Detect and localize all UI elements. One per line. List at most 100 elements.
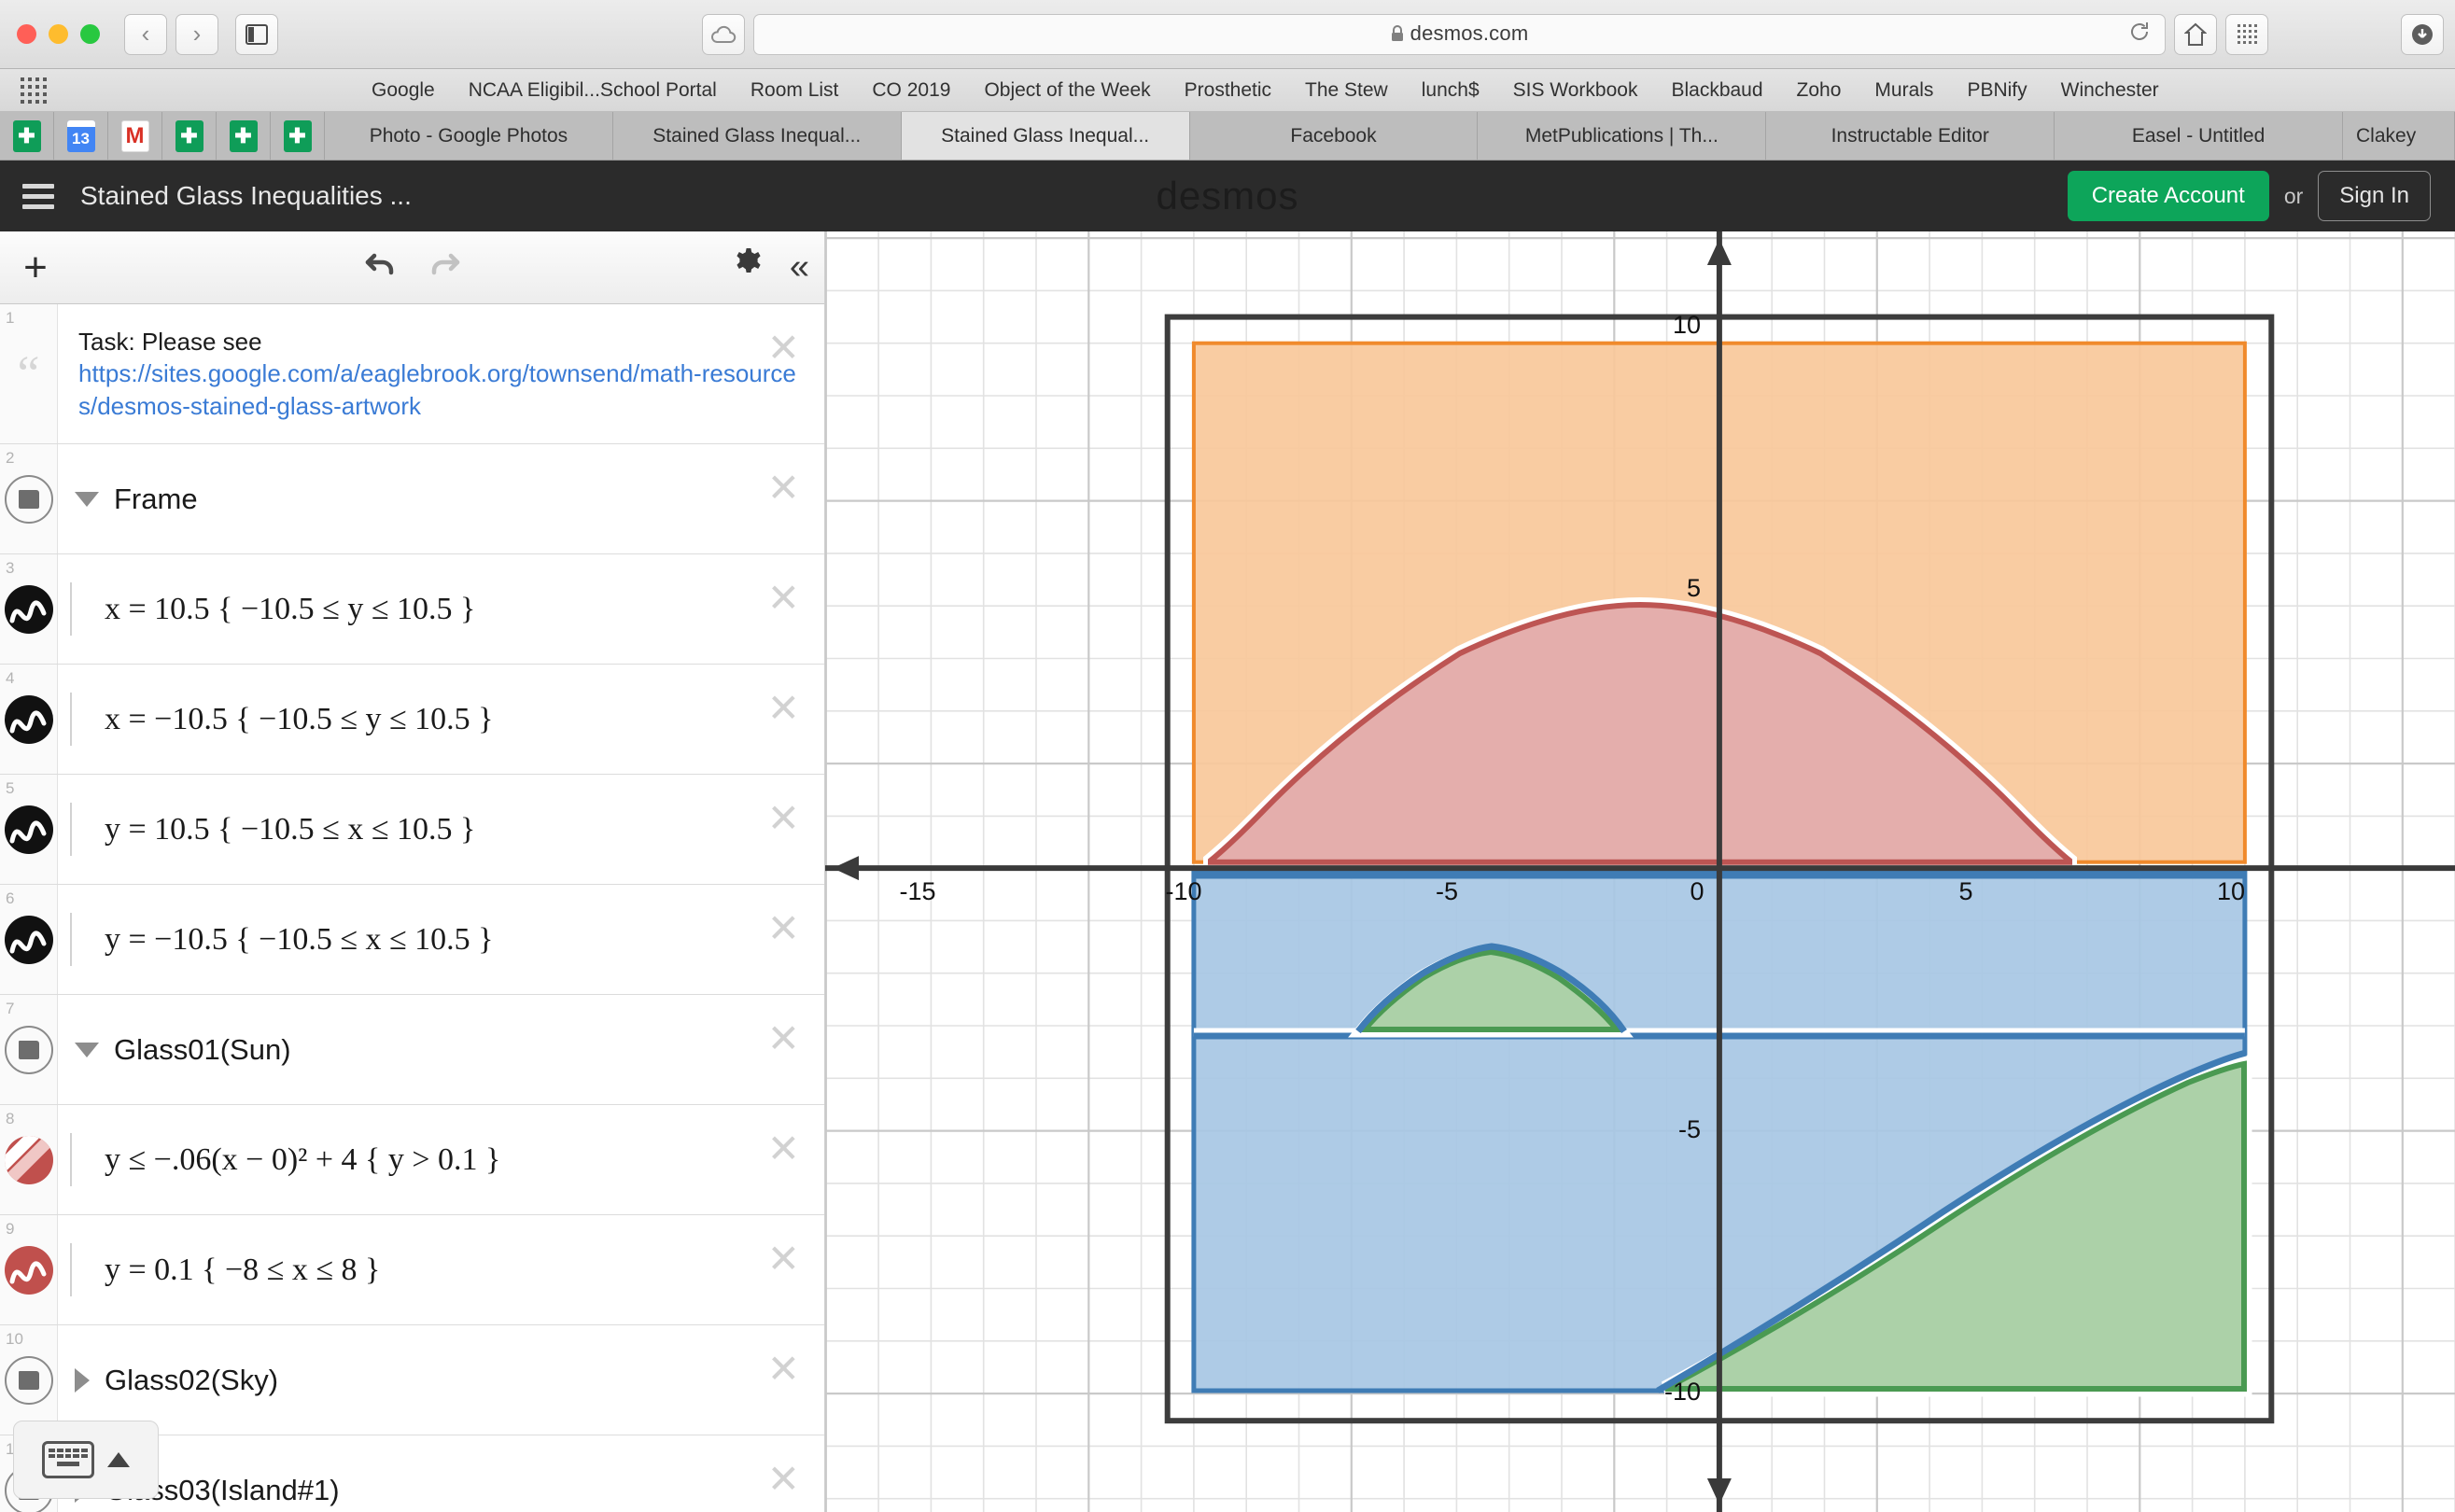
favicon-tab[interactable]: ✚	[162, 112, 217, 160]
bookmark-item[interactable]: Prosthetic	[1168, 79, 1288, 102]
gear-icon[interactable]	[732, 246, 765, 288]
url-bar[interactable]: desmos.com	[753, 13, 2166, 55]
expression-body[interactable]: y ≤ −.06(x − 0)² + 4 { y > 0.1 } ✕	[58, 1105, 824, 1214]
expression-row-note[interactable]: 1 “ Task: Please see https://sites.googl…	[0, 304, 824, 444]
double-chevron-left-icon[interactable]: «	[790, 247, 809, 287]
delete-expression-button[interactable]: ✕	[767, 909, 800, 948]
sidebar-toggle-icon[interactable]	[235, 13, 278, 55]
expression-gutter[interactable]: 9	[0, 1215, 58, 1324]
tab-clakey[interactable]: Clakey	[2343, 112, 2455, 160]
bookmark-item[interactable]: Zoho	[1780, 79, 1859, 102]
delete-expression-button[interactable]: ✕	[767, 689, 800, 728]
tab-stained-glass-1[interactable]: Stained Glass Inequal...	[612, 112, 902, 160]
expression-body[interactable]: Glass01(Sun) ✕	[58, 995, 824, 1104]
expression-gutter[interactable]: 6	[0, 885, 58, 994]
expression-row-equation[interactable]: 6 y = −10.5 { −10.5 ≤ x ≤ 10.5 } ✕	[0, 885, 824, 995]
expression-row-inequality[interactable]: 8 y ≤ −.06(x − 0)² + 4 { y > 0.1 } ✕	[0, 1105, 824, 1215]
expression-gutter[interactable]: 10	[0, 1325, 58, 1435]
keyboard-toggle-button[interactable]	[13, 1421, 159, 1499]
delete-expression-button[interactable]: ✕	[767, 579, 800, 618]
page-title[interactable]: Stained Glass Inequalities ...	[80, 181, 412, 211]
delete-expression-button[interactable]: ✕	[767, 1460, 800, 1499]
tab-instructable-editor[interactable]: Instructable Editor	[1766, 112, 2055, 160]
expression-body[interactable]: Frame ✕	[58, 444, 824, 553]
expression-math[interactable]: y = 10.5 { −10.5 ≤ x ≤ 10.5 }	[84, 812, 475, 847]
undo-icon[interactable]	[363, 247, 400, 287]
delete-expression-button[interactable]: ✕	[767, 469, 800, 508]
expression-gutter[interactable]: 4	[0, 665, 58, 774]
expression-body[interactable]: y = −10.5 { −10.5 ≤ x ≤ 10.5 } ✕	[58, 885, 824, 994]
home-icon[interactable]	[2174, 13, 2217, 55]
folder-icon[interactable]	[4, 1355, 53, 1405]
folder-title-row[interactable]: Glass02(Sky)	[58, 1364, 278, 1397]
expression-row-folder-glass01[interactable]: 7 Glass01(Sun) ✕	[0, 995, 824, 1105]
downloads-icon[interactable]	[2401, 13, 2444, 55]
bookmark-item[interactable]: Blackbaud	[1654, 79, 1779, 102]
expression-row-equation[interactable]: 5 y = 10.5 { −10.5 ≤ x ≤ 10.5 } ✕	[0, 775, 824, 885]
expression-gutter[interactable]: 1 “	[0, 304, 58, 443]
expression-body[interactable]: y = 10.5 { −10.5 ≤ x ≤ 10.5 } ✕	[58, 775, 824, 884]
icloud-icon[interactable]	[702, 13, 745, 55]
expression-row-equation[interactable]: 9 y = 0.1 { −8 ≤ x ≤ 8 } ✕	[0, 1215, 824, 1325]
back-button[interactable]: ‹	[124, 13, 167, 55]
expression-math[interactable]: x = −10.5 { −10.5 ≤ y ≤ 10.5 }	[84, 702, 493, 737]
favicon-tab[interactable]: ✚	[271, 112, 325, 160]
bookmark-item[interactable]: Object of the Week	[967, 79, 1167, 102]
expression-body[interactable]: Task: Please see https://sites.google.co…	[58, 304, 824, 443]
expression-body[interactable]: Glass02(Sky) ✕	[58, 1325, 824, 1435]
delete-expression-button[interactable]: ✕	[767, 1019, 800, 1058]
hamburger-menu-icon[interactable]	[22, 183, 54, 209]
forward-button[interactable]: ›	[175, 13, 218, 55]
plus-icon[interactable]: +	[0, 245, 71, 291]
bookmark-item[interactable]: The Stew	[1288, 79, 1405, 102]
chevron-down-icon[interactable]	[75, 491, 99, 507]
expression-gutter[interactable]: 2	[0, 444, 58, 553]
delete-expression-button[interactable]: ✕	[767, 1350, 800, 1389]
expression-row-equation[interactable]: 4 x = −10.5 { −10.5 ≤ y ≤ 10.5 } ✕	[0, 665, 824, 775]
apps-grid-icon[interactable]	[2225, 13, 2268, 55]
favicon-tab[interactable]: ✚	[217, 112, 271, 160]
tab-facebook[interactable]: Facebook	[1189, 112, 1479, 160]
curve-icon[interactable]	[4, 805, 53, 854]
inequality-icon[interactable]	[4, 1135, 53, 1184]
curve-icon[interactable]	[4, 584, 53, 634]
minimize-window-button[interactable]	[49, 24, 68, 44]
bookmark-item[interactable]: Winchester	[2044, 79, 2176, 102]
bookmark-item[interactable]: Room List	[734, 79, 856, 102]
expression-math[interactable]: y = 0.1 { −8 ≤ x ≤ 8 }	[84, 1253, 380, 1288]
expression-row-folder-glass02[interactable]: 10 Glass02(Sky) ✕	[0, 1325, 824, 1435]
expression-row-equation[interactable]: 3 x = 10.5 { −10.5 ≤ y ≤ 10.5 } ✕	[0, 554, 824, 665]
bookmark-item[interactable]: NCAA Eligibil...School Portal	[452, 79, 734, 102]
bookmark-item[interactable]: SIS Workbook	[1496, 79, 1655, 102]
reload-icon[interactable]	[2127, 20, 2152, 49]
chevron-down-icon[interactable]	[75, 1042, 99, 1057]
folder-icon[interactable]	[4, 1025, 53, 1074]
expression-gutter[interactable]: 8	[0, 1105, 58, 1214]
expression-body[interactable]: x = 10.5 { −10.5 ≤ y ≤ 10.5 } ✕	[58, 554, 824, 664]
tab-metpublications[interactable]: MetPublications | Th...	[1478, 112, 1767, 160]
delete-expression-button[interactable]: ✕	[767, 799, 800, 838]
tab-stained-glass-2-active[interactable]: Stained Glass Inequal...	[901, 112, 1190, 160]
delete-expression-button[interactable]: ✕	[767, 1239, 800, 1279]
curve-icon[interactable]	[4, 694, 53, 744]
expression-body[interactable]: x = −10.5 { −10.5 ≤ y ≤ 10.5 } ✕	[58, 665, 824, 774]
expression-math[interactable]: y = −10.5 { −10.5 ≤ x ≤ 10.5 }	[84, 922, 493, 958]
delete-expression-button[interactable]: ✕	[767, 329, 800, 368]
expression-body[interactable]: Glass03(Island#1) ✕	[58, 1435, 824, 1512]
favicon-tab[interactable]: ✚	[0, 112, 54, 160]
maximize-window-button[interactable]	[80, 24, 100, 44]
favicon-tab[interactable]: 13	[54, 112, 108, 160]
expression-body[interactable]: y = 0.1 { −8 ≤ x ≤ 8 } ✕	[58, 1215, 824, 1324]
tab-easel-untitled[interactable]: Easel - Untitled	[2055, 112, 2344, 160]
folder-title-row[interactable]: Frame	[58, 483, 198, 516]
chevron-right-icon[interactable]	[75, 1367, 90, 1393]
graph-canvas[interactable]: -15 -10 -5 0 5 10 10 5 -5 -10	[825, 231, 2455, 1512]
expression-math[interactable]: x = 10.5 { −10.5 ≤ y ≤ 10.5 }	[84, 592, 475, 627]
expression-gutter[interactable]: 3	[0, 554, 58, 664]
sign-in-button[interactable]: Sign In	[2318, 171, 2431, 221]
bookmark-item[interactable]: lunch$	[1405, 79, 1496, 102]
graph-svg[interactable]: -15 -10 -5 0 5 10 10 5 -5 -10	[825, 231, 2455, 1512]
folder-title-row[interactable]: Glass01(Sun)	[58, 1033, 291, 1067]
expression-math[interactable]: y ≤ −.06(x − 0)² + 4 { y > 0.1 }	[84, 1142, 500, 1178]
expression-gutter[interactable]: 5	[0, 775, 58, 884]
